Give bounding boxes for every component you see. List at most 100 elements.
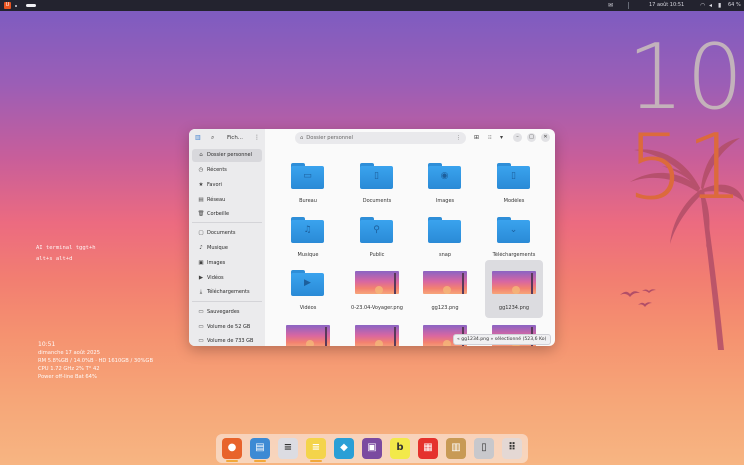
window-header: ⌂ Dossier personnel ⋮ ⊞ ⁝⁝ ▾ – □ ✕ bbox=[265, 129, 555, 147]
drive-icon: ▭ bbox=[198, 324, 204, 330]
chevron-down-icon[interactable]: ▾ bbox=[500, 133, 503, 142]
sidebar: ▥ ⌕ Fich... ⋮ ⌂ Dossier personnel ◷ Récents… bbox=[189, 129, 265, 346]
dock-image-viewer-icon[interactable]: ▣ bbox=[362, 438, 382, 459]
file-label: Documents bbox=[362, 198, 392, 204]
battery-percent: 64 % bbox=[728, 2, 741, 8]
path-more-icon[interactable]: ⋮ bbox=[456, 132, 461, 144]
file-label: Modèles bbox=[503, 198, 525, 204]
system-info-widget: 10:51 dimanche 17 août 2025 RM 5.8%GB / … bbox=[38, 341, 153, 381]
dock-glyph: ▤ bbox=[255, 442, 265, 453]
image-file-item[interactable] bbox=[279, 314, 337, 346]
dock-app-grid-icon[interactable]: ⠿ bbox=[502, 438, 522, 459]
sidebar-toggle-icon[interactable]: ▥ bbox=[195, 134, 201, 142]
view-mode-icon[interactable]: ⁝⁝ bbox=[488, 133, 492, 142]
folder-emblem-icon: ♫ bbox=[303, 225, 312, 235]
sidebar-item[interactable]: ⤓ Téléchargements bbox=[192, 286, 262, 299]
activities-pill[interactable] bbox=[26, 4, 36, 7]
mail-icon[interactable]: ✉ bbox=[608, 2, 613, 9]
date-time[interactable]: 17 août 10:51 bbox=[649, 2, 684, 9]
folder-item[interactable]: ◉ Images bbox=[416, 153, 474, 211]
dock-trash-icon[interactable]: ▯ bbox=[474, 438, 494, 459]
folder-icon: ♫ bbox=[291, 217, 324, 243]
panel-separator bbox=[628, 2, 629, 9]
workspace-indicator[interactable] bbox=[15, 5, 17, 7]
sidebar-header: ▥ ⌕ Fich... ⋮ bbox=[189, 129, 265, 147]
file-label: 0-23.04-Voyager.png bbox=[351, 305, 403, 311]
sidebar-item-label: Volume de 52 GB bbox=[207, 324, 251, 330]
path-bar[interactable]: ⌂ Dossier personnel ⋮ bbox=[295, 132, 466, 144]
sidebar-item[interactable]: ▶ Vidéos bbox=[192, 272, 262, 285]
folder-item[interactable]: ▯ Documents bbox=[348, 153, 406, 211]
dock-bobby-icon[interactable]: b bbox=[390, 438, 410, 459]
sidebar-item[interactable]: 🗑 Corbeille bbox=[192, 208, 262, 221]
sidebar-item[interactable]: ▭ Sauvegardes bbox=[192, 306, 262, 319]
kebab-menu-icon[interactable]: ⋮ bbox=[254, 134, 260, 142]
dock-glyph: ◆ bbox=[340, 442, 348, 453]
dock-app-store-icon[interactable]: ◆ bbox=[334, 438, 354, 459]
folder-item[interactable]: ▯ Modèles bbox=[485, 153, 543, 211]
sidebar-item[interactable]: ♪ Musique bbox=[192, 242, 262, 255]
home-icon: ⌂ bbox=[300, 135, 304, 141]
image-file-item[interactable]: 0-23.04-Voyager.png bbox=[348, 260, 406, 318]
app-menu-button[interactable]: U bbox=[4, 2, 11, 9]
dock-flathub-icon[interactable]: ▦ bbox=[418, 438, 438, 459]
sidebar-item[interactable]: ▤ Réseau bbox=[192, 194, 262, 207]
dock-text-editor-icon[interactable]: ≡ bbox=[278, 438, 298, 459]
download-icon: ⤓ bbox=[199, 289, 203, 295]
sidebar-item-label: Réseau bbox=[207, 197, 226, 203]
image-file-item[interactable]: gg123.png bbox=[416, 260, 474, 318]
dock-glyph: ⠿ bbox=[508, 442, 516, 453]
running-indicator bbox=[254, 460, 266, 462]
folder-icon: ▭ bbox=[291, 163, 324, 189]
sidebar-item-label: Musique bbox=[207, 245, 228, 251]
image-file-item[interactable] bbox=[348, 314, 406, 346]
folder-emblem-icon: ⌄ bbox=[509, 225, 518, 235]
image-thumbnail bbox=[492, 271, 536, 294]
folder-item[interactable]: ♫ Musique bbox=[279, 207, 337, 265]
sidebar-item[interactable]: ★ Favori bbox=[192, 179, 262, 192]
folder-item[interactable]: snap bbox=[416, 207, 474, 265]
sidebar-title: Fich... bbox=[227, 135, 244, 141]
sysinfo-date: dimanche 17 août 2025 bbox=[38, 350, 101, 356]
dock-glyph: ▥ bbox=[451, 442, 461, 453]
search-icon[interactable]: ⌕ bbox=[211, 134, 214, 142]
music-icon: ♪ bbox=[199, 245, 203, 251]
document-icon: ▢ bbox=[198, 230, 204, 236]
maximize-button[interactable]: □ bbox=[527, 133, 536, 142]
sidebar-item[interactable]: ▭ Volume de 733 GB bbox=[192, 335, 262, 346]
hint-line-2: alt+s alt+d bbox=[36, 256, 73, 262]
folder-emblem-icon: ▯ bbox=[511, 171, 516, 181]
dock-files-icon[interactable]: ▤ bbox=[250, 438, 270, 462]
sidebar-item[interactable]: ▣ Images bbox=[192, 257, 262, 270]
dock-firefox-icon[interactable]: ● bbox=[222, 438, 242, 462]
folder-item[interactable]: ⌄ Téléchargements bbox=[485, 207, 543, 265]
folder-icon: ▯ bbox=[360, 163, 393, 189]
sidebar-separator bbox=[192, 222, 262, 223]
folder-item[interactable]: ⚲ Public bbox=[348, 207, 406, 265]
close-button[interactable]: ✕ bbox=[541, 133, 550, 142]
sidebar-item[interactable]: ▭ Volume de 52 GB bbox=[192, 321, 262, 334]
image-thumbnail bbox=[286, 325, 330, 346]
folder-item[interactable]: ▶ Vidéos bbox=[279, 260, 337, 318]
volume-icon[interactable]: ◂ bbox=[709, 2, 712, 9]
desktop-clock: 10 51 bbox=[627, 33, 744, 213]
image-thumbnail bbox=[355, 325, 399, 346]
running-indicator bbox=[226, 460, 238, 462]
sidebar-item-label: Images bbox=[207, 260, 226, 266]
minimize-button[interactable]: – bbox=[513, 133, 522, 142]
battery-icon[interactable]: ▮ bbox=[718, 2, 721, 9]
folder-emblem-icon: ▯ bbox=[374, 171, 379, 181]
folder-item[interactable]: ▭ Bureau bbox=[279, 153, 337, 211]
file-label: Vidéos bbox=[299, 305, 317, 311]
top-panel: U ✉ 17 août 10:51 ◠ ◂ ▮ 64 % bbox=[0, 0, 744, 11]
sidebar-item-label: Documents bbox=[207, 230, 236, 236]
new-folder-icon[interactable]: ⊞ bbox=[474, 133, 479, 142]
sidebar-item[interactable]: ◷ Récents bbox=[192, 164, 262, 177]
wifi-icon[interactable]: ◠ bbox=[700, 2, 705, 9]
sidebar-item[interactable]: ▢ Documents bbox=[192, 227, 262, 240]
birds-silhouette bbox=[620, 289, 656, 307]
sidebar-item[interactable]: ⌂ Dossier personnel bbox=[192, 149, 262, 162]
image-file-item[interactable]: gg1234.png bbox=[485, 260, 543, 318]
dock-radio-icon[interactable]: ▥ bbox=[446, 438, 466, 459]
dock-notes-icon[interactable]: ≡ bbox=[306, 438, 326, 462]
